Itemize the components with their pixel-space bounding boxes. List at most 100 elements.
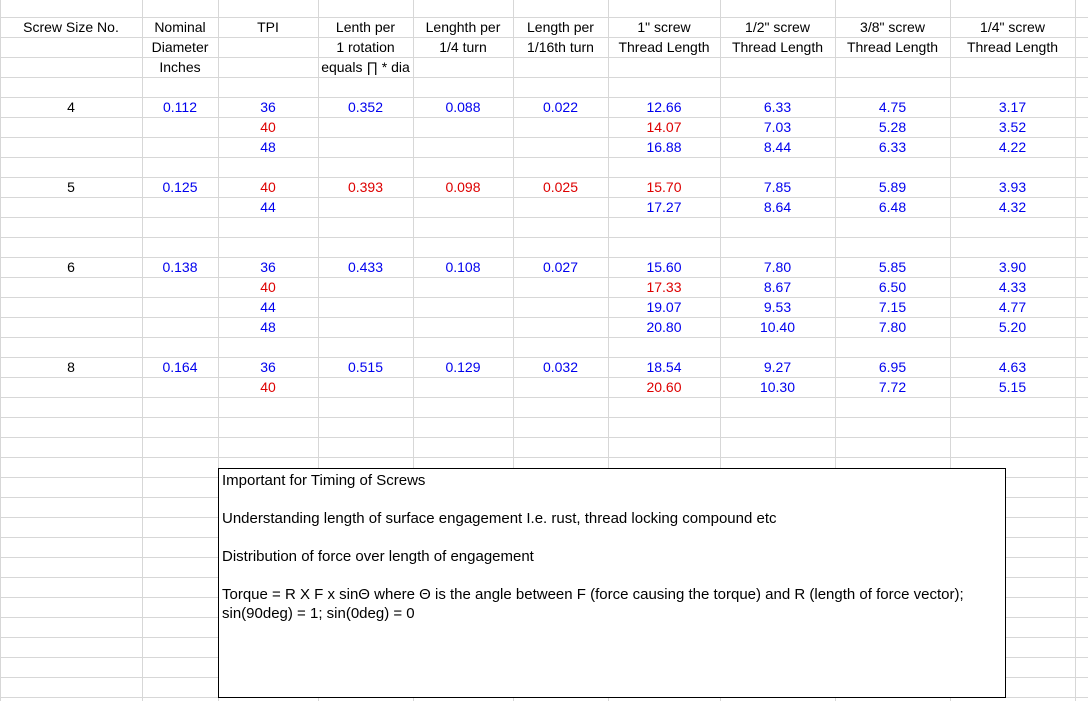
data-cell-tpi[interactable]: 40 — [218, 377, 318, 397]
header-cell[interactable]: 1 rotation — [318, 37, 413, 57]
data-cell-t3[interactable]: 6.50 — [835, 277, 950, 297]
data-cell-size[interactable]: 6 — [0, 257, 142, 277]
data-cell-tpi[interactable]: 36 — [218, 257, 318, 277]
gridline-vertical — [1075, 0, 1076, 701]
data-cell-t2[interactable]: 8.44 — [720, 137, 835, 157]
data-cell-t4[interactable]: 5.20 — [950, 317, 1075, 337]
data-cell-tpi[interactable]: 36 — [218, 97, 318, 117]
header-cell[interactable]: Thread Length — [608, 37, 720, 57]
note-line-distribution: Distribution of force over length of eng… — [222, 548, 534, 565]
data-cell-t1[interactable]: 17.27 — [608, 197, 720, 217]
data-cell-t3[interactable]: 4.75 — [835, 97, 950, 117]
data-cell-s[interactable]: 0.027 — [513, 257, 608, 277]
data-cell-t3[interactable]: 6.33 — [835, 137, 950, 157]
header-cell[interactable]: 3/8" screw — [835, 17, 950, 37]
notes-text-box[interactable]: Important for Timing of Screws Understan… — [218, 468, 1006, 698]
header-cell[interactable]: 1" screw — [608, 17, 720, 37]
header-cell[interactable]: 1/16th turn — [513, 37, 608, 57]
data-cell-t2[interactable]: 10.40 — [720, 317, 835, 337]
data-cell-rot[interactable]: 0.433 — [318, 257, 413, 277]
gridline-horizontal — [0, 397, 1088, 398]
data-cell-s[interactable]: 0.025 — [513, 177, 608, 197]
data-cell-s[interactable]: 0.032 — [513, 357, 608, 377]
data-cell-t4[interactable]: 3.17 — [950, 97, 1075, 117]
data-cell-t4[interactable]: 3.93 — [950, 177, 1075, 197]
header-cell[interactable]: Thread Length — [835, 37, 950, 57]
data-cell-t4[interactable]: 4.32 — [950, 197, 1075, 217]
data-cell-t1[interactable]: 20.80 — [608, 317, 720, 337]
data-cell-rot[interactable]: 0.515 — [318, 357, 413, 377]
data-cell-t1[interactable]: 20.60 — [608, 377, 720, 397]
data-cell-t2[interactable]: 8.67 — [720, 277, 835, 297]
data-cell-t1[interactable]: 16.88 — [608, 137, 720, 157]
data-cell-t2[interactable]: 7.80 — [720, 257, 835, 277]
data-cell-t3[interactable]: 7.15 — [835, 297, 950, 317]
data-cell-dia[interactable]: 0.138 — [142, 257, 218, 277]
data-cell-t2[interactable]: 8.64 — [720, 197, 835, 217]
data-cell-t3[interactable]: 7.72 — [835, 377, 950, 397]
header-cell[interactable]: equals ∏ * dia — [318, 57, 413, 77]
data-cell-tpi[interactable]: 48 — [218, 317, 318, 337]
header-cell[interactable]: Thread Length — [950, 37, 1075, 57]
data-cell-t1[interactable]: 15.60 — [608, 257, 720, 277]
data-cell-rot[interactable]: 0.393 — [318, 177, 413, 197]
header-cell[interactable]: Diameter — [142, 37, 218, 57]
data-cell-t2[interactable]: 7.03 — [720, 117, 835, 137]
data-cell-t1[interactable]: 12.66 — [608, 97, 720, 117]
data-cell-t3[interactable]: 5.28 — [835, 117, 950, 137]
data-cell-dia[interactable]: 0.125 — [142, 177, 218, 197]
data-cell-tpi[interactable]: 48 — [218, 137, 318, 157]
data-cell-rot[interactable]: 0.352 — [318, 97, 413, 117]
data-cell-q[interactable]: 0.129 — [413, 357, 513, 377]
data-cell-t3[interactable]: 6.48 — [835, 197, 950, 217]
note-line-engagement: Understanding length of surface engageme… — [222, 510, 777, 527]
header-cell[interactable]: 1/4 turn — [413, 37, 513, 57]
data-cell-dia[interactable]: 0.112 — [142, 97, 218, 117]
data-cell-t2[interactable]: 7.85 — [720, 177, 835, 197]
data-cell-tpi[interactable]: 40 — [218, 177, 318, 197]
data-cell-size[interactable]: 4 — [0, 97, 142, 117]
data-cell-t1[interactable]: 18.54 — [608, 357, 720, 377]
data-cell-dia[interactable]: 0.164 — [142, 357, 218, 377]
data-cell-tpi[interactable]: 40 — [218, 117, 318, 137]
data-cell-t3[interactable]: 6.95 — [835, 357, 950, 377]
data-cell-tpi[interactable]: 36 — [218, 357, 318, 377]
data-cell-t1[interactable]: 15.70 — [608, 177, 720, 197]
data-cell-t4[interactable]: 4.22 — [950, 137, 1075, 157]
data-cell-t4[interactable]: 3.52 — [950, 117, 1075, 137]
data-cell-size[interactable]: 5 — [0, 177, 142, 197]
header-cell[interactable]: TPI — [218, 17, 318, 37]
data-cell-size[interactable]: 8 — [0, 357, 142, 377]
data-cell-t3[interactable]: 7.80 — [835, 317, 950, 337]
header-cell[interactable]: Length per — [513, 17, 608, 37]
header-cell[interactable]: Inches — [142, 57, 218, 77]
header-cell[interactable]: Nominal — [142, 17, 218, 37]
data-cell-t2[interactable]: 10.30 — [720, 377, 835, 397]
data-cell-q[interactable]: 0.098 — [413, 177, 513, 197]
header-cell[interactable]: Thread Length — [720, 37, 835, 57]
data-cell-t1[interactable]: 19.07 — [608, 297, 720, 317]
data-cell-t1[interactable]: 14.07 — [608, 117, 720, 137]
data-cell-tpi[interactable]: 44 — [218, 197, 318, 217]
data-cell-q[interactable]: 0.108 — [413, 257, 513, 277]
data-cell-t4[interactable]: 4.33 — [950, 277, 1075, 297]
data-cell-t2[interactable]: 9.53 — [720, 297, 835, 317]
data-cell-t4[interactable]: 4.77 — [950, 297, 1075, 317]
header-cell[interactable]: Screw Size No. — [0, 17, 142, 37]
data-cell-t2[interactable]: 6.33 — [720, 97, 835, 117]
data-cell-tpi[interactable]: 40 — [218, 277, 318, 297]
data-cell-s[interactable]: 0.022 — [513, 97, 608, 117]
data-cell-t3[interactable]: 5.85 — [835, 257, 950, 277]
data-cell-t2[interactable]: 9.27 — [720, 357, 835, 377]
header-cell[interactable]: 1/4" screw — [950, 17, 1075, 37]
data-cell-t3[interactable]: 5.89 — [835, 177, 950, 197]
data-cell-q[interactable]: 0.088 — [413, 97, 513, 117]
data-cell-t4[interactable]: 4.63 — [950, 357, 1075, 377]
data-cell-t4[interactable]: 3.90 — [950, 257, 1075, 277]
header-cell[interactable]: 1/2" screw — [720, 17, 835, 37]
header-cell[interactable]: Lenth per — [318, 17, 413, 37]
data-cell-tpi[interactable]: 44 — [218, 297, 318, 317]
data-cell-t1[interactable]: 17.33 — [608, 277, 720, 297]
header-cell[interactable]: Lenghth per — [413, 17, 513, 37]
data-cell-t4[interactable]: 5.15 — [950, 377, 1075, 397]
